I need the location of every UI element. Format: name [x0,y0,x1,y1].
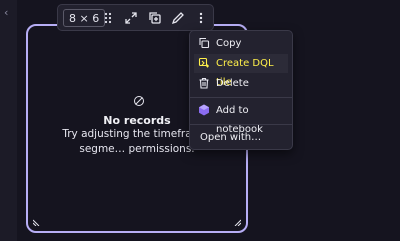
tile-toolbar: 8 × 6 [57,4,214,31]
duplicate-icon[interactable] [147,10,163,26]
menu-item-label: Copy [216,38,242,49]
edit-icon[interactable] [170,10,186,26]
resize-handle-icon[interactable] [232,217,241,226]
menu-divider [190,97,292,98]
menu-item-create-dql-tile[interactable]: Create DQL tile [194,54,288,88]
notebook-icon [198,104,210,116]
more-options-icon[interactable] [193,10,209,26]
menu-item-add-to-notebook[interactable]: Add to notebook [194,101,288,135]
menu-item-delete[interactable]: Delete [194,74,288,93]
copy-icon [198,37,210,49]
collapse-icon[interactable]: ‹ [4,6,8,19]
drag-handle-icon[interactable] [100,10,116,26]
maximize-icon[interactable] [123,10,139,26]
resize-handle-icon[interactable] [33,217,42,226]
tile-size-badge[interactable]: 8 × 6 [63,9,106,27]
menu-item-label: Open with… [200,132,262,143]
menu-divider [190,124,292,125]
menu-item-label: Delete [216,78,249,89]
no-data-icon [134,96,144,106]
tile-context-menu: Copy Create DQL tile Delete Add to noteb… [189,30,293,150]
trash-icon [198,77,210,89]
left-panel-strip: ‹ [0,0,17,241]
menu-item-copy[interactable]: Copy [194,34,288,53]
menu-item-open-with[interactable]: Open with… [194,128,288,147]
dql-tile-icon [198,57,210,69]
